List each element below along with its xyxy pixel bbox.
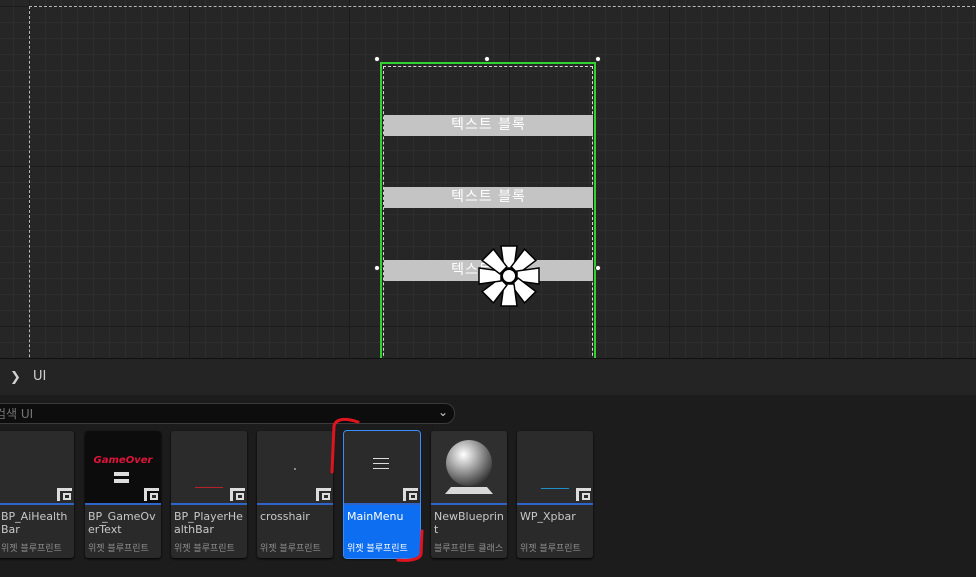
- asset-type-stripe: [344, 503, 420, 505]
- asset-type: 위젯 블루프린트: [174, 544, 235, 554]
- asset-name: MainMenu: [347, 510, 404, 523]
- menu-lines-icon: [373, 458, 389, 470]
- designer-viewport[interactable]: 텍스트 블록 텍스트 블록 텍스트 블록: [0, 0, 976, 358]
- widget-blueprint-badge-icon: [403, 488, 418, 501]
- text-block-widget[interactable]: 텍스트 블록: [384, 115, 593, 136]
- resize-handle-top[interactable]: [484, 56, 490, 62]
- asset-name: NewBlueprint: [434, 510, 504, 536]
- search-box[interactable]: ⌄: [0, 403, 455, 424]
- widget-blueprint-badge-icon: [230, 488, 245, 501]
- asset-type: 블루프린트 클래스: [434, 544, 504, 554]
- asset-tile-crosshair[interactable]: crosshair 위젯 블루프린트: [257, 431, 333, 558]
- asset-name: BP_AiHealthBar: [1, 510, 68, 536]
- asset-type: 위젯 블루프린트: [520, 544, 581, 554]
- resize-handle-top-right[interactable]: [595, 56, 601, 62]
- asset-type-stripe: [257, 503, 333, 505]
- text-block-widget[interactable]: 텍스트 블록: [384, 187, 593, 208]
- asset-type-stripe: [517, 503, 593, 505]
- resize-handle-right[interactable]: [595, 265, 601, 271]
- asset-type: 위젯 블루프린트: [1, 544, 62, 554]
- asset-tile-wp-xpbar[interactable]: WP_Xpbar 위젯 블루프린트: [517, 431, 593, 558]
- asset-thumbnail: [431, 431, 507, 503]
- chevron-right-icon[interactable]: ❯: [10, 370, 21, 385]
- asset-name: WP_Xpbar: [520, 510, 576, 523]
- asset-name: crosshair: [260, 510, 310, 523]
- content-browser-body: ⌄ BP_AiHealthBar 위젯 블루프린트 GameOver BP_Ga…: [0, 395, 976, 577]
- asset-type-stripe: [85, 503, 161, 505]
- resize-handle-left[interactable]: [374, 265, 380, 271]
- widget-blueprint-badge-icon: [57, 488, 72, 501]
- widget-blueprint-badge-icon: [144, 488, 159, 501]
- asset-tile-bp-gameovertext[interactable]: GameOver BP_GameOverText 위젯 블루프린트: [85, 431, 161, 558]
- asset-type: 위젯 블루프린트: [260, 544, 321, 554]
- chevron-down-icon[interactable]: ⌄: [438, 405, 448, 419]
- gameover-thumbnail-text: GameOver: [93, 455, 153, 466]
- pivot-gizmo-icon[interactable]: [477, 244, 541, 308]
- sphere-icon: [445, 440, 493, 494]
- widget-blueprint-badge-icon: [576, 488, 591, 501]
- asset-name: BP_PlayerHealthBar: [174, 510, 243, 536]
- resize-handle-top-left[interactable]: [374, 56, 380, 62]
- widget-blueprint-badge-icon: [316, 488, 331, 501]
- asset-type-stripe: [431, 503, 507, 505]
- annotation-bracket-bottom: [396, 529, 424, 562]
- content-browser-header: ❯ UI: [0, 358, 976, 395]
- asset-type: 위젯 블루프린트: [88, 544, 149, 554]
- asset-tile-bp-playerhealthbar[interactable]: BP_PlayerHealthBar 위젯 블루프린트: [171, 431, 247, 558]
- asset-type-stripe: [171, 503, 247, 505]
- widget-dashed-bounds: [383, 66, 593, 358]
- asset-name: BP_GameOverText: [88, 510, 156, 536]
- asset-tile-bp-aihealthbar[interactable]: BP_AiHealthBar 위젯 블루프린트: [0, 431, 74, 558]
- folder-path-label[interactable]: UI: [33, 369, 46, 384]
- asset-type-stripe: [0, 503, 74, 505]
- asset-tile-newblueprint[interactable]: NewBlueprint 블루프린트 클래스: [431, 431, 507, 558]
- annotation-bracket-top: [330, 417, 360, 474]
